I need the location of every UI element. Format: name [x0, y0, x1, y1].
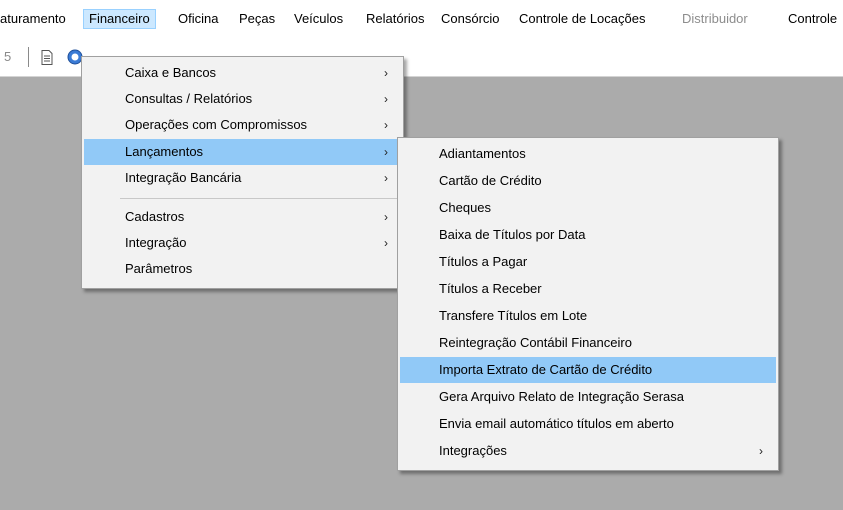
- menu-veiculos[interactable]: Veículos: [289, 10, 348, 28]
- submenu-item-label: Cartão de Crédito: [439, 173, 542, 188]
- document-icon[interactable]: [41, 50, 53, 65]
- submenu-item-label: Importa Extrato de Cartão de Crédito: [439, 362, 653, 377]
- menu-item-label: Caixa e Bancos: [125, 65, 217, 80]
- submenu-item-cartao-credito[interactable]: Cartão de Crédito: [400, 168, 776, 194]
- submenu-item-label: Transfere Títulos em Lote: [439, 308, 588, 323]
- submenu-item-label: Reintegração Contábil Financeiro: [439, 335, 632, 350]
- menu-item-label: Lançamentos: [125, 144, 204, 159]
- submenu-item-adiantamentos[interactable]: Adiantamentos: [400, 141, 776, 167]
- menu-consorcio[interactable]: Consórcio: [436, 10, 505, 28]
- submenu-item-label: Títulos a Receber: [439, 281, 542, 296]
- menu-faturamento[interactable]: aturamento: [0, 10, 71, 28]
- menu-pecas[interactable]: Peças: [234, 10, 280, 28]
- chevron-right-icon: ›: [384, 92, 388, 106]
- submenu-item-titulos-pagar[interactable]: Títulos a Pagar: [400, 249, 776, 275]
- menu-item-label: Consultas / Relatórios: [125, 91, 253, 106]
- submenu-item-importa-extrato-cartao[interactable]: Importa Extrato de Cartão de Crédito: [400, 357, 776, 383]
- submenu-item-cheques[interactable]: Cheques: [400, 195, 776, 221]
- menu-divider: [120, 198, 399, 199]
- menu-distribuidor[interactable]: Distribuidor: [677, 10, 753, 28]
- financeiro-dropdown: Caixa e Bancos › Consultas / Relatórios …: [81, 56, 404, 289]
- menu-item-cadastros[interactable]: Cadastros ›: [84, 204, 401, 230]
- submenu-item-titulos-receber[interactable]: Títulos a Receber: [400, 276, 776, 302]
- submenu-item-integracoes[interactable]: Integrações ›: [400, 438, 776, 464]
- submenu-item-label: Baixa de Títulos por Data: [439, 227, 586, 242]
- menu-item-label: Integração: [125, 235, 187, 250]
- menu-item-lancamentos[interactable]: Lançamentos ›: [84, 139, 401, 165]
- menu-bar: aturamento Financeiro Oficina Peças Veíc…: [0, 0, 843, 39]
- menu-item-label: Operações com Compromissos: [125, 117, 308, 132]
- chevron-right-icon: ›: [384, 236, 388, 250]
- toolbar-number: 5: [4, 49, 12, 64]
- submenu-item-label: Integrações: [439, 443, 507, 458]
- menu-item-label: Integração Bancária: [125, 170, 242, 185]
- lancamentos-submenu: Adiantamentos Cartão de Crédito Cheques …: [397, 137, 779, 471]
- chevron-right-icon: ›: [384, 66, 388, 80]
- submenu-item-label: Envia email automático títulos em aberto: [439, 416, 674, 431]
- menu-item-integracao[interactable]: Integração ›: [84, 230, 401, 256]
- menu-item-consultas-relatorios[interactable]: Consultas / Relatórios ›: [84, 86, 401, 112]
- menu-controle-locacoes[interactable]: Controle de Locações: [514, 10, 650, 28]
- menu-oficina[interactable]: Oficina: [173, 10, 223, 28]
- chevron-right-icon: ›: [384, 145, 388, 159]
- menu-item-label: Parâmetros: [125, 261, 193, 276]
- submenu-item-gera-arquivo-serasa[interactable]: Gera Arquivo Relato de Integração Serasa: [400, 384, 776, 410]
- submenu-item-reintegracao-contabil[interactable]: Reintegração Contábil Financeiro: [400, 330, 776, 356]
- menu-item-operacoes-compromissos[interactable]: Operações com Compromissos ›: [84, 112, 401, 138]
- submenu-item-label: Gera Arquivo Relato de Integração Serasa: [439, 389, 684, 404]
- submenu-item-baixa-titulos-data[interactable]: Baixa de Títulos por Data: [400, 222, 776, 248]
- menu-item-integracao-bancaria[interactable]: Integração Bancária ›: [84, 165, 401, 191]
- toolbar-separator: [28, 47, 29, 67]
- chevron-right-icon: ›: [759, 444, 763, 458]
- menu-item-caixa-bancos[interactable]: Caixa e Bancos ›: [84, 60, 401, 86]
- menu-relatorios[interactable]: Relatórios: [361, 10, 430, 28]
- chevron-right-icon: ›: [384, 210, 388, 224]
- submenu-item-label: Cheques: [439, 200, 492, 215]
- submenu-item-label: Adiantamentos: [439, 146, 526, 161]
- menu-item-label: Cadastros: [125, 209, 185, 224]
- chevron-right-icon: ›: [384, 171, 388, 185]
- submenu-item-transfere-titulos-lote[interactable]: Transfere Títulos em Lote: [400, 303, 776, 329]
- menu-controle[interactable]: Controle: [783, 10, 842, 28]
- submenu-item-label: Títulos a Pagar: [439, 254, 528, 269]
- menu-item-parametros[interactable]: Parâmetros: [84, 256, 401, 282]
- submenu-item-envia-email-titulos[interactable]: Envia email automático títulos em aberto: [400, 411, 776, 437]
- menu-financeiro[interactable]: Financeiro: [83, 9, 156, 29]
- chevron-right-icon: ›: [384, 118, 388, 132]
